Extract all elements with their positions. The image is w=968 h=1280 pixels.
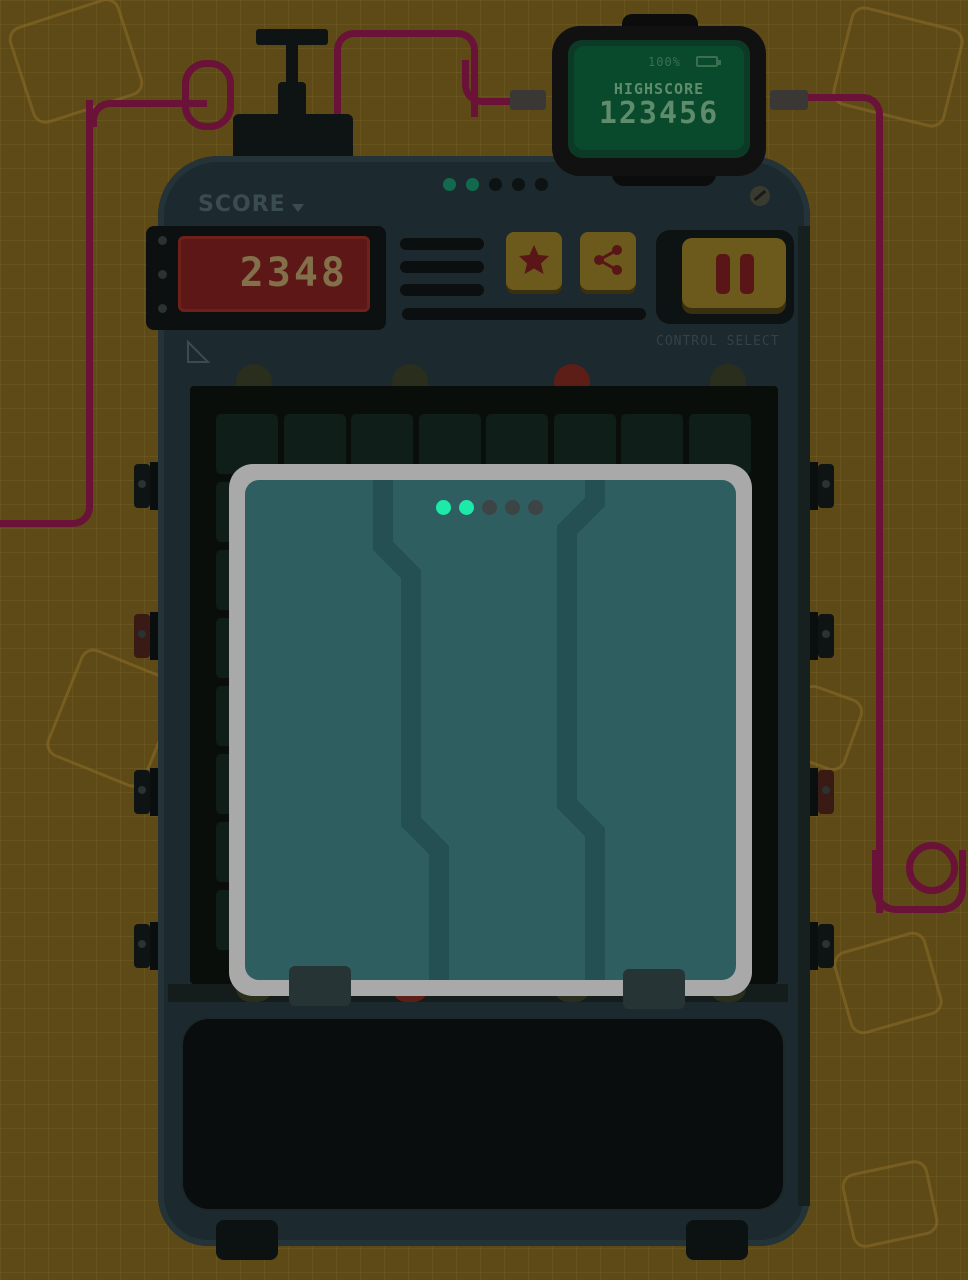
side-knob xyxy=(134,464,150,508)
wire-center xyxy=(334,30,478,117)
side-knob xyxy=(818,770,834,814)
side-knob xyxy=(134,614,150,658)
wire-plug xyxy=(510,90,546,110)
share-button[interactable] xyxy=(580,232,636,290)
device-side-strip xyxy=(798,226,810,1206)
progress-dot xyxy=(505,500,520,515)
pause-icon-bar xyxy=(740,254,754,294)
wire-right-loop xyxy=(906,842,958,894)
battery-icon xyxy=(696,56,721,67)
share-icon xyxy=(594,245,622,275)
ruler-triangle-icon xyxy=(187,340,210,363)
score-label: SCORE xyxy=(198,192,286,217)
side-connector xyxy=(150,922,158,970)
chevron-down-icon[interactable] xyxy=(292,204,304,212)
screw-icon xyxy=(750,186,770,206)
circuit-lines-illustration xyxy=(373,480,605,980)
vent-slot xyxy=(400,238,484,250)
side-connector xyxy=(150,768,158,816)
rivet xyxy=(158,270,167,279)
star-icon xyxy=(519,245,549,274)
modal-clip xyxy=(289,966,351,1006)
progress-dot xyxy=(482,500,497,515)
side-knob xyxy=(818,614,834,658)
vent-slot xyxy=(400,284,484,296)
progress-dot-active xyxy=(443,178,456,191)
score-display: 2348 xyxy=(178,236,370,312)
side-knob xyxy=(134,770,150,814)
control-panel[interactable] xyxy=(183,1019,783,1209)
rivet xyxy=(158,236,167,245)
side-knob xyxy=(134,924,150,968)
favorite-button[interactable] xyxy=(506,232,562,290)
progress-dot xyxy=(489,178,502,191)
tutorial-modal[interactable] xyxy=(245,480,736,980)
progress-dot-active xyxy=(459,500,474,515)
plunger-collar xyxy=(278,82,306,118)
control-select-label[interactable]: CONTROL SELECT xyxy=(656,334,780,349)
highscore-value: 123456 xyxy=(598,96,720,131)
device-foot xyxy=(686,1220,748,1260)
progress-dot xyxy=(528,500,543,515)
side-connector xyxy=(150,462,158,510)
plunger-base xyxy=(233,114,353,158)
pause-icon xyxy=(716,254,730,294)
vent-slot xyxy=(400,261,484,273)
pause-button[interactable] xyxy=(682,238,786,308)
wire-loop xyxy=(182,60,234,130)
plunger-handle xyxy=(256,29,328,45)
side-connector xyxy=(150,612,158,660)
modal-clip xyxy=(623,969,685,1009)
wire-plug xyxy=(770,90,808,110)
rivet xyxy=(158,304,167,313)
side-knob xyxy=(818,464,834,508)
side-connector xyxy=(810,922,818,970)
side-connector xyxy=(810,768,818,816)
side-knob xyxy=(818,924,834,968)
wire-left xyxy=(0,100,93,527)
vent-slot-long xyxy=(402,308,646,320)
score-value: 2348 xyxy=(239,250,348,296)
device-foot xyxy=(216,1220,278,1260)
progress-dot xyxy=(512,178,525,191)
battery-percentage: 100% xyxy=(648,55,681,69)
progress-dot-active xyxy=(436,500,451,515)
progress-dot-active xyxy=(466,178,479,191)
side-connector xyxy=(810,612,818,660)
plunger-shaft xyxy=(286,44,298,84)
side-connector xyxy=(810,462,818,510)
progress-dot xyxy=(535,178,548,191)
